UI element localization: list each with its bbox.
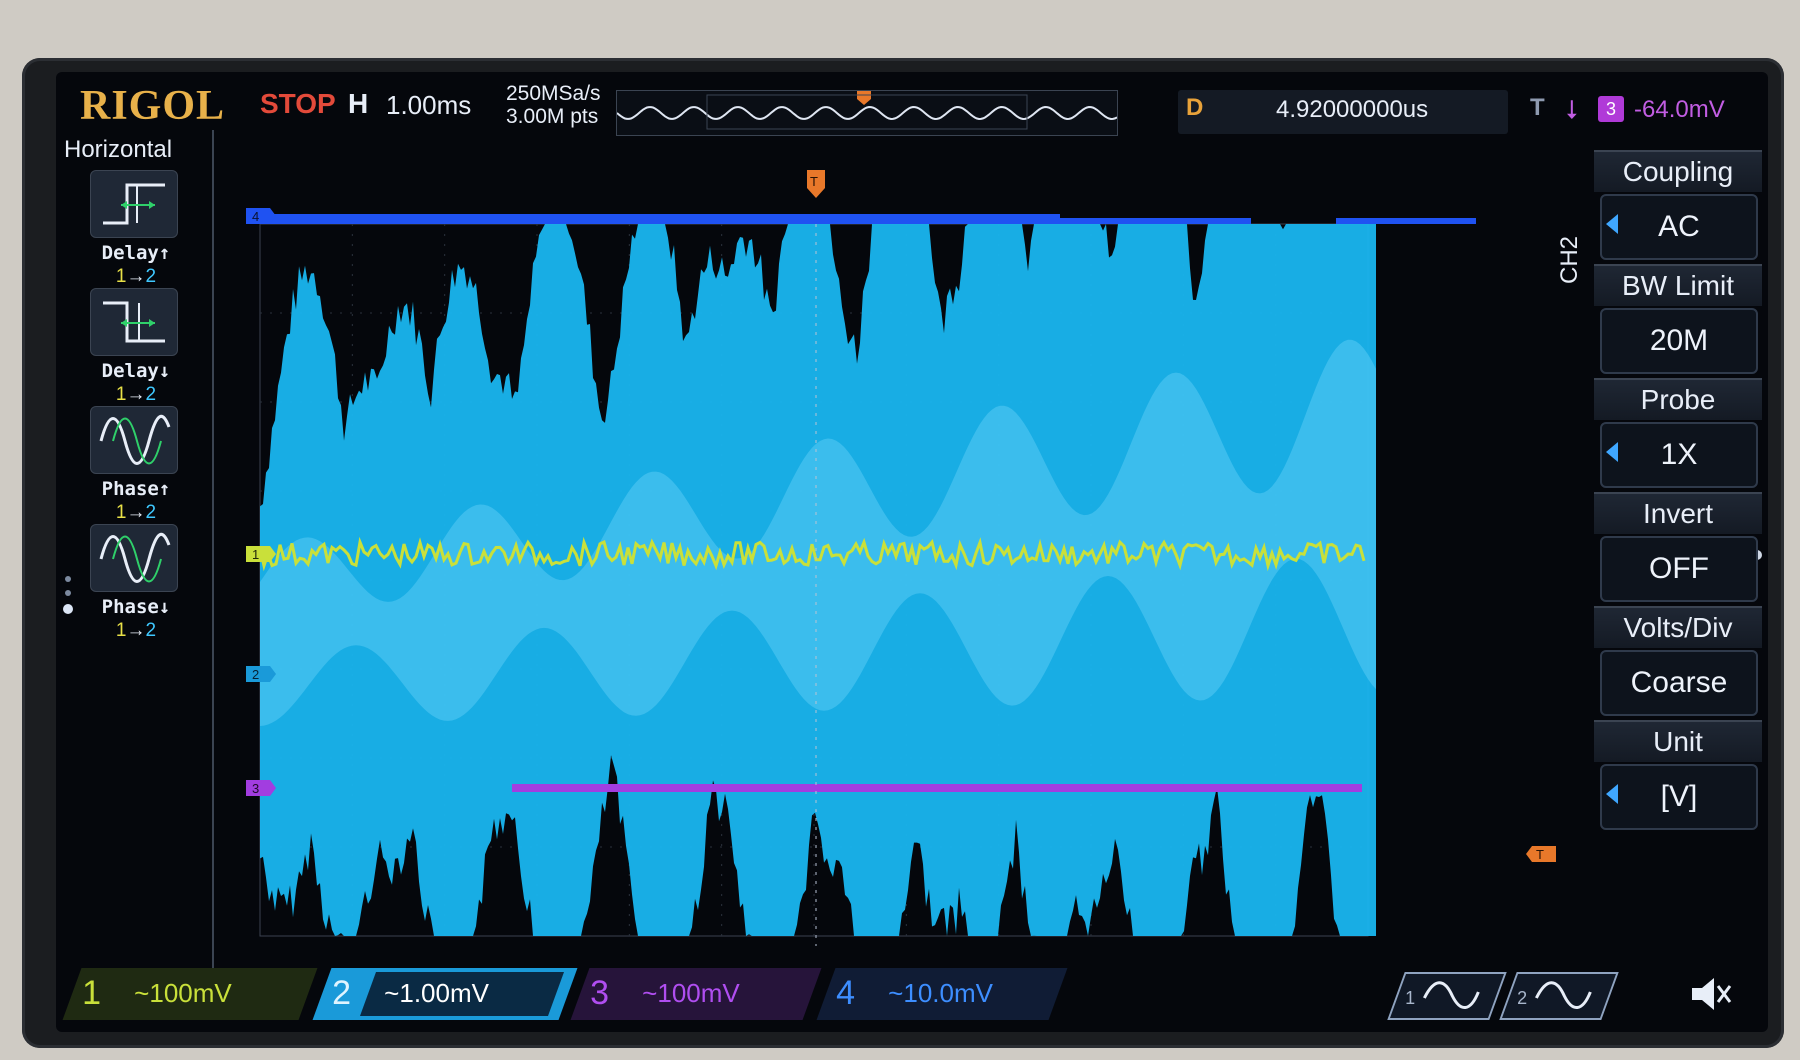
ch4-scale: ~10.0mV <box>888 978 993 1008</box>
bw-limit-title: BW Limit <box>1594 264 1762 306</box>
invert-value[interactable]: OFF <box>1600 536 1758 602</box>
volts-div-title: Volts/Div <box>1594 606 1762 648</box>
ch2-status[interactable]: 2 ~1.00mV <box>312 968 578 1020</box>
timebase-value: 1.00ms <box>386 90 472 120</box>
math-1-button[interactable]: 1 <box>1387 972 1507 1020</box>
invert-title: Invert <box>1594 492 1762 534</box>
svg-text:1: 1 <box>252 547 259 562</box>
trigger-position-marker[interactable]: T <box>807 170 825 198</box>
run-status[interactable]: STOP <box>260 88 336 120</box>
phase-rising-button[interactable]: Phase↑ 1→2 <box>80 406 192 534</box>
ch3-trace <box>512 784 1362 792</box>
ch4-marker[interactable]: 4 <box>246 208 276 224</box>
delay-falling-button[interactable]: Delay↓ 1→2 <box>80 288 192 416</box>
svg-text:4: 4 <box>252 209 259 224</box>
overview-trigger-marker <box>857 91 871 105</box>
trigger-level: -64.0mV <box>1634 96 1725 123</box>
coupling-value[interactable]: AC <box>1600 194 1758 260</box>
ch1-number: 1 <box>82 974 102 1012</box>
sine-wave-icon <box>1423 981 1480 1009</box>
ch2-marker[interactable]: 2 <box>246 666 276 682</box>
delay-falling-icon <box>90 288 178 356</box>
memory-overview <box>616 90 1118 136</box>
delay-value: 4.92000000us <box>1276 96 1429 123</box>
svg-text:2: 2 <box>252 667 259 682</box>
ch2-number: 2 <box>332 974 352 1012</box>
math-2-button[interactable]: 2 <box>1499 972 1619 1020</box>
bw-limit-value[interactable]: 20M <box>1600 308 1758 374</box>
probe-value[interactable]: 1X <box>1600 422 1758 488</box>
unit-title: Unit <box>1594 720 1762 762</box>
phase-falling-channels: 1→2 <box>115 620 157 641</box>
probe-title: Probe <box>1594 378 1762 420</box>
probe-option[interactable]: Probe 1X <box>1594 378 1762 490</box>
invert-option[interactable]: Invert OFF <box>1594 492 1762 604</box>
svg-text:T: T <box>1536 847 1544 862</box>
ch3-scale: ~100mV <box>642 978 740 1008</box>
ch1-marker[interactable]: 1 <box>246 546 276 562</box>
ch3-number: 3 <box>590 974 610 1012</box>
sample-rate: 250MSa/s <box>506 82 601 105</box>
ch4-status[interactable]: 4 ~10.0mV <box>816 968 1068 1020</box>
phase-falling-icon <box>90 524 178 592</box>
ch3-status[interactable]: 3 ~100mV <box>570 968 822 1020</box>
ch3-marker[interactable]: 3 <box>246 780 276 796</box>
channel-status-bar: 1 ~100mV 2 ~1.00mV 3 ~100mV 4 ~10.0mV 1 … <box>56 958 1768 1032</box>
channel-menu: Coupling AC BW Limit 20M Probe 1X Invert… <box>1594 150 1768 950</box>
delay-rising-icon <box>90 170 178 238</box>
horizontal-menu-title: Horizontal <box>64 136 173 163</box>
memory-overview-trace <box>617 91 1117 130</box>
phase-rising-icon <box>90 406 178 474</box>
falling-edge-icon: ⭣ <box>1566 94 1579 124</box>
menu-page-indicator <box>62 568 74 622</box>
mute-speaker-icon[interactable] <box>1686 974 1734 1019</box>
waveform-display[interactable]: 4 1 2 3 T T <box>246 166 1556 946</box>
ch4-number: 4 <box>836 974 856 1012</box>
phase-rising-channels: 1→2 <box>115 502 157 523</box>
probe-arrow-icon <box>1606 442 1618 462</box>
trigger-label: T <box>1530 94 1545 121</box>
delay-rising-button[interactable]: Delay↑ 1→2 <box>80 170 192 298</box>
delay-falling-label: Delay↓ <box>101 360 171 382</box>
ch2-scale: ~1.00mV <box>384 978 489 1008</box>
unit-arrow-icon <box>1606 784 1618 804</box>
unit-value[interactable]: [V] <box>1600 764 1758 830</box>
svg-text:3: 3 <box>252 781 259 796</box>
trigger-source: 3 <box>1598 96 1624 122</box>
phase-rising-label: Phase↑ <box>101 478 171 500</box>
memory-depth: 3.00M pts <box>506 105 599 128</box>
ch1-scale: ~100mV <box>134 978 232 1008</box>
coupling-title: Coupling <box>1594 150 1762 192</box>
coupling-arrow-icon <box>1606 214 1618 234</box>
ch2-menu-tag: CH2 <box>1556 235 1583 284</box>
horizontal-menu: Horizontal Delay↑ 1→2 Delay↓ 1→2 Phase↑ … <box>56 130 214 1020</box>
delay-falling-channels: 1→2 <box>115 384 157 405</box>
oscilloscope-screen: RIGOL STOP H 1.00ms 250MSa/s 3.00M pts D… <box>56 72 1768 1032</box>
coupling-option[interactable]: Coupling AC <box>1594 150 1762 262</box>
delay-rising-channels: 1→2 <box>115 266 157 287</box>
phase-falling-button[interactable]: Phase↓ 1→2 <box>80 524 192 652</box>
delay-label: D <box>1186 94 1204 121</box>
waveform-canvas: 4 1 2 3 T T <box>246 170 1556 946</box>
ch1-status[interactable]: 1 ~100mV <box>62 968 318 1020</box>
volts-div-value[interactable]: Coarse <box>1600 650 1758 716</box>
ch4-trace <box>260 214 1060 224</box>
delay-rising-label: Delay↑ <box>101 242 171 264</box>
ch4-trace-segment-2 <box>1336 218 1476 224</box>
trigger-level-marker[interactable]: T <box>1526 846 1556 862</box>
volts-div-option[interactable]: Volts/Div Coarse <box>1594 606 1762 718</box>
acquisition-info: 250MSa/s 3.00M pts <box>506 82 601 128</box>
sine-wave-icon <box>1535 981 1592 1009</box>
horizontal-label: H <box>348 88 369 119</box>
ch4-trace-segment <box>1006 218 1251 224</box>
brand-logo: RIGOL <box>80 83 226 129</box>
bw-limit-option[interactable]: BW Limit 20M <box>1594 264 1762 376</box>
unit-option[interactable]: Unit [V] <box>1594 720 1762 832</box>
phase-falling-label: Phase↓ <box>101 596 171 618</box>
oscilloscope-bezel: RIGOL STOP H 1.00ms 250MSa/s 3.00M pts D… <box>22 58 1784 1048</box>
svg-text:T: T <box>810 174 818 189</box>
